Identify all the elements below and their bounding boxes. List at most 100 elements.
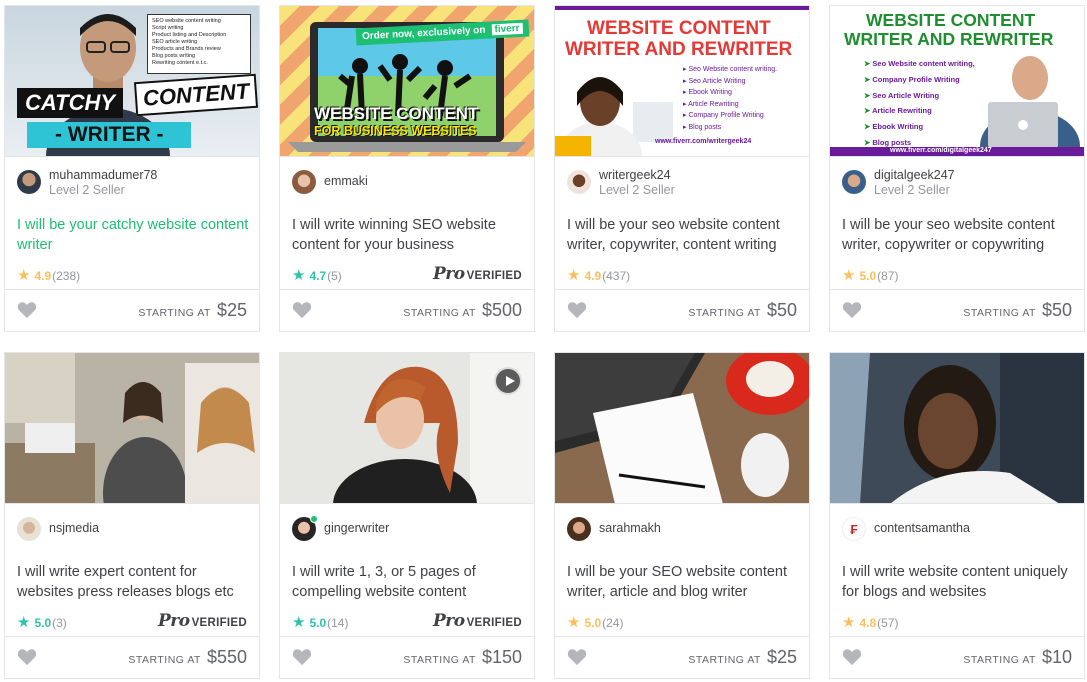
- play-video-button[interactable]: [494, 367, 522, 395]
- seller-name[interactable]: nsjmedia: [49, 521, 99, 536]
- gig-title[interactable]: I will write website content uniquely fo…: [842, 562, 1074, 602]
- avatar[interactable]: [292, 170, 316, 194]
- heart-icon[interactable]: [17, 301, 37, 319]
- seller-info[interactable]: sarahmakh: [567, 515, 661, 547]
- seller-name[interactable]: emmaki: [324, 174, 368, 189]
- review-count: (5): [327, 268, 342, 283]
- star-icon: ★: [842, 614, 856, 631]
- gig-title[interactable]: I will write 1, 3, or 5 pages of compell…: [292, 562, 524, 602]
- heart-icon[interactable]: [567, 301, 587, 319]
- seller-name[interactable]: writergeek24: [599, 168, 675, 183]
- rating-score: 5.0: [309, 615, 327, 630]
- seller-info[interactable]: emmaki: [292, 168, 368, 200]
- pro-verified-badge: Pro VERIFIED: [158, 611, 247, 631]
- gig-thumbnail[interactable]: [555, 353, 809, 504]
- review-count: (24): [602, 615, 624, 630]
- rating-score: 5.0: [859, 268, 877, 283]
- seller-name[interactable]: digitalgeek247: [874, 168, 955, 183]
- seller-info[interactable]: writergeek24 Level 2 Seller: [567, 168, 675, 200]
- gig-title[interactable]: I will write winning SEO website content…: [292, 215, 524, 255]
- gig-title[interactable]: I will be your seo website content write…: [842, 215, 1074, 255]
- price[interactable]: STARTING AT $500: [403, 300, 522, 321]
- seller-name[interactable]: sarahmakh: [599, 521, 661, 536]
- heart-icon[interactable]: [842, 301, 862, 319]
- pro-logo: Pro: [432, 611, 465, 631]
- review-count: (87): [877, 268, 899, 283]
- gig-title[interactable]: I will be your seo website content write…: [567, 215, 799, 255]
- gig-thumbnail[interactable]: [830, 353, 1084, 504]
- gig-card[interactable]: sarahmakh I will be your SEO website con…: [554, 352, 810, 679]
- services-list: SEO website content writing Script writi…: [147, 14, 251, 74]
- gig-thumbnail[interactable]: WEBSITE CONTENT WRITER AND REWRITER ➤ Se…: [830, 6, 1084, 157]
- avatar[interactable]: [567, 170, 591, 194]
- price-value: $10: [1041, 647, 1072, 667]
- services-list: ▸ Seo Website content writing. ▸ Seo Art…: [683, 64, 777, 133]
- price[interactable]: STARTING AT $10: [963, 647, 1072, 668]
- gig-card[interactable]: Order now, exclusively on fiverr WEBSITE…: [279, 5, 535, 332]
- gig-title[interactable]: I will be your catchy website content wr…: [17, 215, 249, 255]
- star-icon: ★: [292, 614, 306, 631]
- seller-name[interactable]: gingerwriter: [324, 521, 389, 536]
- gig-card[interactable]: gingerwriter I will write 1, 3, or 5 pag…: [279, 352, 535, 679]
- avatar[interactable]: ₣: [842, 517, 866, 541]
- avatar[interactable]: [17, 170, 41, 194]
- seller-name[interactable]: contentsamantha: [874, 521, 970, 536]
- heart-icon[interactable]: [567, 648, 587, 666]
- avatar[interactable]: [842, 170, 866, 194]
- gig-title[interactable]: I will be your SEO website content write…: [567, 562, 799, 602]
- service-item: Products and Brands review: [152, 46, 221, 52]
- rating-score: 5.0: [584, 615, 602, 630]
- writer-photo: [830, 56, 1084, 156]
- seller-info[interactable]: ₣ contentsamantha: [842, 515, 970, 547]
- pro-verified-badge: Pro VERIFIED: [433, 264, 522, 284]
- gig-thumbnail[interactable]: [280, 353, 534, 504]
- gig-thumbnail[interactable]: SEO website content writing Script writi…: [5, 6, 259, 157]
- service-item: ▸ Article Rewriting: [683, 100, 739, 108]
- gig-title[interactable]: I will write expert content for websites…: [17, 562, 249, 602]
- thumb-url: www.fiverr.com/digitalgeek247: [890, 147, 992, 154]
- heart-icon[interactable]: [292, 301, 312, 319]
- price-value: $25: [766, 647, 797, 667]
- avatar[interactable]: [567, 517, 591, 541]
- review-count: (238): [52, 268, 81, 283]
- gig-card[interactable]: WEBSITE CONTENT WRITER AND REWRITER ▸ Se…: [554, 5, 810, 332]
- gig-card[interactable]: SEO website content writing Script writi…: [4, 5, 260, 332]
- avatar[interactable]: [17, 517, 41, 541]
- price[interactable]: STARTING AT $25: [688, 647, 797, 668]
- service-item: ▸ Ebook Writing: [683, 89, 732, 96]
- starting-at-label: STARTING AT: [688, 654, 761, 666]
- seller-name[interactable]: muhammadumer78: [49, 168, 157, 183]
- verified-label: VERIFIED: [191, 617, 247, 629]
- gig-rating: ★ 5.0 (3): [17, 615, 67, 630]
- price[interactable]: STARTING AT $550: [128, 647, 247, 668]
- star-icon: ★: [292, 267, 306, 284]
- thumb-url: www.fiverr.com/writergeek24: [655, 138, 752, 145]
- price[interactable]: STARTING AT $25: [138, 300, 247, 321]
- service-item: ▸ Blog posts: [683, 123, 722, 131]
- seller-info[interactable]: gingerwriter: [292, 515, 389, 547]
- avatar[interactable]: [292, 515, 318, 541]
- gig-footer: STARTING AT $500: [280, 289, 534, 331]
- seller-info[interactable]: muhammadumer78 Level 2 Seller: [17, 168, 157, 200]
- office-photo: [5, 353, 259, 503]
- price[interactable]: STARTING AT $50: [688, 300, 797, 321]
- service-item: Script writing: [152, 25, 184, 31]
- gig-card[interactable]: ₣ contentsamantha I will write website c…: [829, 352, 1085, 679]
- price[interactable]: STARTING AT $150: [403, 647, 522, 668]
- gig-thumbnail[interactable]: [5, 353, 259, 504]
- gig-footer: STARTING AT $25: [555, 636, 809, 678]
- service-item: ▸ Seo Article Writing: [683, 77, 746, 85]
- heart-icon[interactable]: [842, 648, 862, 666]
- heart-icon[interactable]: [17, 648, 37, 666]
- seller-info[interactable]: nsjmedia: [17, 515, 99, 547]
- service-item: SEO website content writing: [152, 18, 221, 24]
- heart-icon[interactable]: [292, 648, 312, 666]
- gig-thumbnail[interactable]: Order now, exclusively on fiverr WEBSITE…: [280, 6, 534, 157]
- thumb-headline: FOR BUSINESS WEBSITES: [314, 124, 477, 138]
- gig-card[interactable]: nsjmedia I will write expert content for…: [4, 352, 260, 679]
- seller-info[interactable]: digitalgeek247 Level 2 Seller: [842, 168, 955, 200]
- gig-footer: STARTING AT $10: [830, 636, 1084, 678]
- price[interactable]: STARTING AT $50: [963, 300, 1072, 321]
- gig-thumbnail[interactable]: WEBSITE CONTENT WRITER AND REWRITER ▸ Se…: [555, 6, 809, 157]
- gig-card[interactable]: WEBSITE CONTENT WRITER AND REWRITER ➤ Se…: [829, 5, 1085, 332]
